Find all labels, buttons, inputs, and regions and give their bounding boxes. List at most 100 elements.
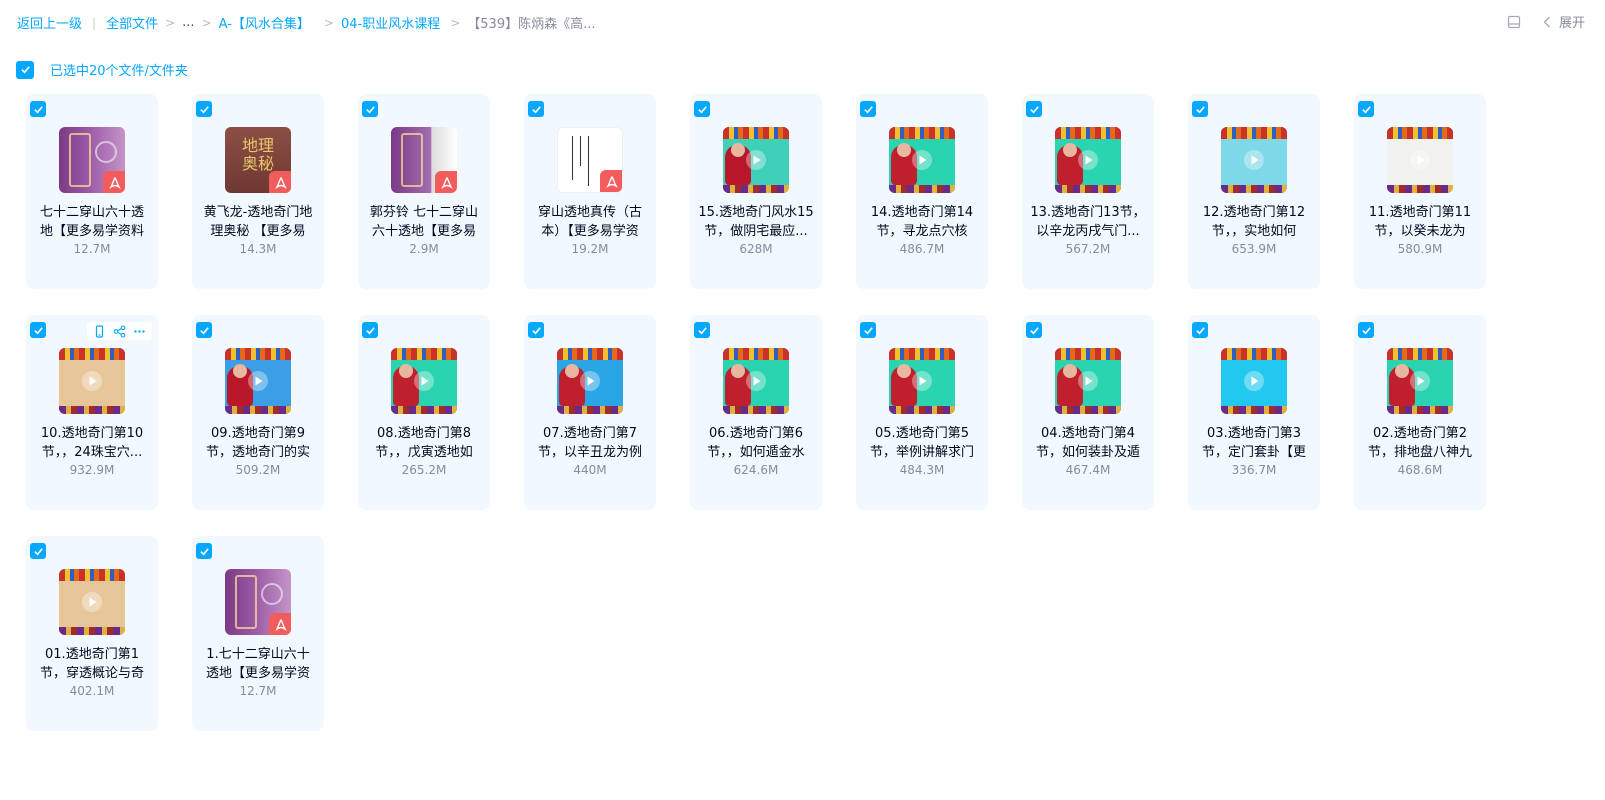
breadcrumb-level-1[interactable]: A-【风水合集】 [219, 13, 310, 32]
file-card[interactable]: 01.透地奇门第1节，穿透概论与奇 402.1M [26, 536, 158, 731]
check-icon [33, 326, 43, 334]
check-icon [1195, 326, 1205, 334]
file-checkbox[interactable] [1358, 101, 1374, 117]
file-card[interactable]: 1.七十二穿山六十透地【更多易学资 12.7M [192, 536, 324, 731]
back-link[interactable]: 返回上一级 [17, 13, 82, 32]
play-icon [1077, 370, 1099, 392]
video-banner [1221, 127, 1287, 139]
video-banner [225, 348, 291, 360]
file-card[interactable]: 地理奥秘 黄飞龙-透地奇门地理奥秘 【更多易 14.3M [192, 94, 324, 289]
file-card[interactable]: 14.透地奇门第14节，寻龙点穴核 486.7M [856, 94, 988, 289]
file-name[interactable]: 郭芬铃 七十二穿山六十透地【更多易 [366, 203, 482, 241]
file-checkbox[interactable] [528, 101, 544, 117]
play-icon [1243, 149, 1265, 171]
file-name[interactable]: 05.透地奇门第5节，举例讲解求门 [864, 424, 980, 462]
file-size: 580.9M [1397, 242, 1443, 256]
play-icon [1409, 149, 1431, 171]
file-checkbox[interactable] [196, 543, 212, 559]
ink-column [588, 136, 589, 186]
file-name[interactable]: 11.透地奇门第11节，以癸未龙为 [1362, 203, 1478, 241]
file-card[interactable]: 15.透地奇门风水15节，做阴宅最应... 628M [690, 94, 822, 289]
pdf-thumbnail [391, 127, 457, 193]
file-card[interactable]: 05.透地奇门第5节，举例讲解求门 484.3M [856, 315, 988, 510]
file-card[interactable]: 07.透地奇门第7节，以辛丑龙为例 440M [524, 315, 656, 510]
selection-count: 已选中20个文件/文件夹 [50, 64, 188, 79]
file-name[interactable]: 03.透地奇门第3节，定门套卦【更 [1196, 424, 1312, 462]
file-card[interactable]: 02.透地奇门第2节，排地盘八神九 468.6M [1354, 315, 1486, 510]
file-name[interactable]: 1.七十二穿山六十透地【更多易学资 [200, 645, 316, 683]
check-icon [199, 326, 209, 334]
right-tools: 展开 [1507, 12, 1585, 31]
file-checkbox[interactable] [196, 101, 212, 117]
file-checkbox[interactable] [196, 322, 212, 338]
file-checkbox[interactable] [362, 101, 378, 117]
file-checkbox[interactable] [362, 322, 378, 338]
file-name[interactable]: 09.透地奇门第9节，透地奇门的实 [200, 424, 316, 462]
file-card[interactable]: 06.透地奇门第6节，，如何遁金水 624.6M [690, 315, 822, 510]
file-name[interactable]: 15.透地奇门风水15节，做阴宅最应... [698, 203, 814, 241]
check-icon [697, 105, 707, 113]
file-name[interactable]: 10.透地奇门第10节，，24珠宝穴... [34, 424, 150, 462]
file-checkbox[interactable] [1026, 322, 1042, 338]
breadcrumb-separator: > [450, 15, 461, 30]
file-card[interactable]: 03.透地奇门第3节，定门套卦【更 336.7M [1188, 315, 1320, 510]
breadcrumb-ellipsis[interactable]: ... [182, 15, 194, 30]
file-name[interactable]: 01.透地奇门第1节，穿透概论与奇 [34, 645, 150, 683]
file-name[interactable]: 黄飞龙-透地奇门地理奥秘 【更多易 [200, 203, 316, 241]
file-name[interactable]: 14.透地奇门第14节，寻龙点穴核 [864, 203, 980, 241]
expand-button[interactable]: 展开 [1559, 12, 1585, 31]
more-icon[interactable] [133, 325, 146, 338]
file-name[interactable]: 13.透地奇门13节，以辛龙丙戌气门... [1030, 203, 1146, 241]
file-card[interactable]: 穿山透地真传（古本）【更多易学资 19.2M [524, 94, 656, 289]
list-panel-icon[interactable] [1507, 15, 1521, 29]
file-size: 624.6M [733, 463, 779, 477]
play-icon [911, 149, 933, 171]
file-name[interactable]: 12.透地奇门第12节，，实地如何 [1196, 203, 1312, 241]
file-name[interactable]: 02.透地奇门第2节，排地盘八神九 [1362, 424, 1478, 462]
file-card[interactable]: 11.透地奇门第11节，以癸未龙为 580.9M [1354, 94, 1486, 289]
file-name[interactable]: 07.透地奇门第7节，以辛丑龙为例 [532, 424, 648, 462]
play-icon [911, 370, 933, 392]
breadcrumb-all-files[interactable]: 全部文件 [106, 13, 158, 32]
video-footer [1387, 406, 1453, 414]
file-card[interactable]: 郭芬铃 七十二穿山六十透地【更多易 2.9M [358, 94, 490, 289]
file-checkbox[interactable] [694, 322, 710, 338]
file-checkbox[interactable] [30, 543, 46, 559]
video-banner [1387, 348, 1453, 360]
file-checkbox[interactable] [860, 322, 876, 338]
file-name[interactable]: 穿山透地真传（古本）【更多易学资 [532, 203, 648, 241]
breadcrumb-level-2[interactable]: 04-职业风水课程 [341, 13, 440, 32]
file-card[interactable]: 04.透地奇门第4节，如何装卦及遁 467.4M [1022, 315, 1154, 510]
file-size: 486.7M [899, 242, 945, 256]
select-all-checkbox[interactable] [16, 60, 34, 79]
file-checkbox[interactable] [1192, 322, 1208, 338]
video-thumbnail [723, 348, 789, 414]
file-checkbox[interactable] [528, 322, 544, 338]
file-checkbox[interactable] [1026, 101, 1042, 117]
video-footer [391, 406, 457, 414]
video-banner [889, 127, 955, 139]
video-footer [1387, 185, 1453, 193]
check-icon [20, 66, 30, 74]
file-card[interactable]: 08.透地奇门第8节，，戊寅透地如 265.2M [358, 315, 490, 510]
file-checkbox[interactable] [860, 101, 876, 117]
file-checkbox[interactable] [30, 322, 46, 338]
file-name[interactable]: 04.透地奇门第4节，如何装卦及遁 [1030, 424, 1146, 462]
file-card[interactable]: 10.透地奇门第10节，，24珠宝穴... 932.9M [26, 315, 158, 510]
share-icon[interactable] [113, 324, 126, 338]
file-name[interactable]: 06.透地奇门第6节，，如何遁金水 [698, 424, 814, 462]
file-card[interactable]: 09.透地奇门第9节，透地奇门的实 509.2M [192, 315, 324, 510]
file-card[interactable]: 七十二穿山六十透地【更多易学资料 12.7M [26, 94, 158, 289]
play-icon [81, 591, 103, 613]
file-card[interactable]: 12.透地奇门第12节，，实地如何 653.9M [1188, 94, 1320, 289]
video-banner [723, 348, 789, 360]
file-card[interactable]: 13.透地奇门13节，以辛龙丙戌气门... 567.2M [1022, 94, 1154, 289]
file-checkbox[interactable] [1192, 101, 1208, 117]
phone-icon[interactable] [93, 324, 106, 338]
file-name[interactable]: 七十二穿山六十透地【更多易学资料 [34, 203, 150, 241]
chevron-left-icon[interactable] [1543, 16, 1551, 28]
file-checkbox[interactable] [694, 101, 710, 117]
file-name[interactable]: 08.透地奇门第8节，，戊寅透地如 [366, 424, 482, 462]
file-checkbox[interactable] [30, 101, 46, 117]
file-checkbox[interactable] [1358, 322, 1374, 338]
